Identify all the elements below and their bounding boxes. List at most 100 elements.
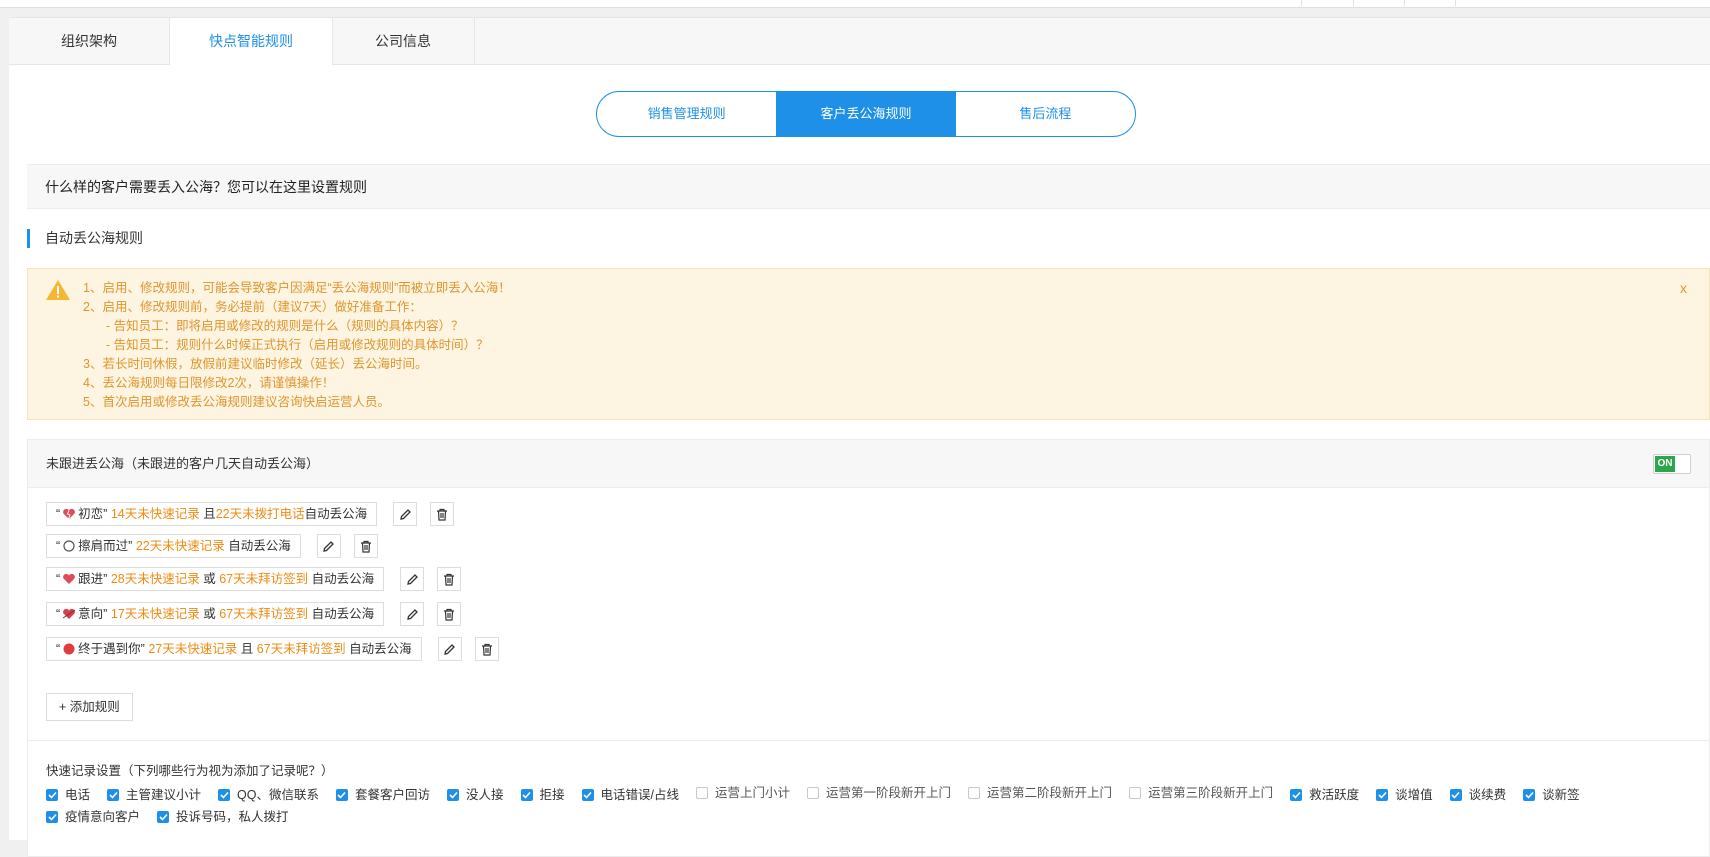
- rule-row: “ 意向” 17天未快速记录 或 67天未拜访签到 自动丢公海: [46, 602, 462, 626]
- warning-notice: 1、启用、修改规则，可能会导致客户因满足“丢公海规则”而被立即丢入公海！ 2、启…: [27, 268, 1710, 420]
- checkbox-checked-icon[interactable]: [218, 789, 231, 801]
- pencil-icon: [399, 508, 411, 520]
- warning-icon: [46, 280, 70, 300]
- warning-line: 4、丢公海规则每日限修改2次，请谨慎操作！: [83, 376, 335, 390]
- tab-smart-rules[interactable]: 快点智能规则: [169, 18, 333, 65]
- checkbox-label: 谈续费: [1468, 788, 1507, 802]
- edit-rule-button[interactable]: [437, 637, 462, 661]
- rule-condition: 27天未快速记录: [148, 642, 238, 656]
- record-settings-title: 快速记录设置（下列哪些行为视为添加了记录呢？）: [46, 764, 334, 778]
- record-type-checkbox[interactable]: 疫情意向客户: [46, 806, 140, 828]
- edit-rule-button[interactable]: [393, 502, 418, 526]
- rule-condition: 14天未快速记录: [110, 507, 200, 521]
- record-type-checkbox[interactable]: QQ、微信联系: [218, 784, 319, 806]
- tab-bar: 组织架构 快点智能规则 公司信息: [9, 17, 1710, 65]
- checkbox-checked-icon[interactable]: [107, 789, 120, 801]
- delete-rule-button[interactable]: [430, 502, 455, 526]
- pencil-icon: [444, 643, 456, 655]
- top-bar: [0, 0, 1710, 8]
- record-type-checkbox[interactable]: 运营第二阶段新开上门: [968, 782, 1112, 804]
- rule-row: “ 终于遇到你” 27天未快速记录 且 67天未拜访签到 自动丢公海: [46, 637, 499, 661]
- delete-rule-button[interactable]: [437, 567, 462, 591]
- record-type-checkbox[interactable]: 运营第三阶段新开上门: [1129, 782, 1273, 804]
- warning-close-button[interactable]: x: [1680, 280, 1687, 296]
- rule-text: “ 意向” 17天未快速记录 或 67天未拜访签到 自动丢公海: [46, 602, 385, 626]
- checkbox-label: 主管建议小计: [126, 788, 202, 802]
- checkbox-label: 电话: [65, 788, 91, 802]
- rule-enable-toggle[interactable]: ON: [1653, 454, 1691, 474]
- checkbox-checked-icon[interactable]: [46, 789, 58, 801]
- tab-org-structure[interactable]: 组织架构: [9, 18, 170, 64]
- top-bar-divider: [1455, 0, 1456, 6]
- checkbox-checked-icon[interactable]: [1523, 789, 1536, 801]
- delete-rule-button[interactable]: [353, 534, 378, 558]
- checkbox-checked-icon[interactable]: [1376, 789, 1389, 801]
- record-type-checkbox[interactable]: 投诉号码，私人拨打: [157, 806, 289, 828]
- rule-text: “ 初恋” 14天未快速记录 且 22天未拨打电话 自动丢公海: [46, 502, 378, 526]
- broken-heart-icon: [63, 508, 76, 520]
- record-type-checkbox[interactable]: 电话: [46, 784, 90, 806]
- record-type-checkbox[interactable]: 运营上门小计: [696, 782, 790, 804]
- record-type-checkbox[interactable]: 套餐客户回访: [335, 784, 430, 806]
- checkbox-label: 谈增值: [1395, 788, 1433, 802]
- record-type-checkbox[interactable]: 谈新签: [1523, 784, 1580, 806]
- pencil-icon: [406, 573, 418, 585]
- segment-sales-rules[interactable]: 销售管理规则: [597, 92, 776, 136]
- delete-rule-button[interactable]: [474, 637, 499, 661]
- rule-text: “ 擦肩而过” 22天未快速记录 自动丢公海: [46, 534, 301, 558]
- top-bar-divider: [1353, 0, 1354, 6]
- heart-icon: [63, 573, 76, 584]
- pencil-icon: [406, 608, 418, 620]
- checkbox-label: 谈新签: [1542, 788, 1580, 802]
- warning-line: 1、启用、修改规则，可能会导致客户因满足“丢公海规则”而被立即丢入公海！: [83, 281, 511, 295]
- rule-condition: 22天未快速记录: [135, 539, 225, 553]
- record-type-checkbox[interactable]: 运营第一阶段新开上门: [807, 782, 951, 804]
- pencil-icon: [323, 540, 335, 552]
- add-rule-button[interactable]: + 添加规则: [46, 693, 133, 721]
- checkbox-checked-icon[interactable]: [447, 789, 459, 801]
- record-type-checkbox[interactable]: 救活跃度: [1290, 784, 1359, 806]
- checkbox-label: QQ、微信联系: [237, 788, 319, 802]
- edit-rule-button[interactable]: [400, 567, 425, 591]
- trash-icon: [437, 508, 448, 521]
- checkbox-checked-icon[interactable]: [520, 789, 533, 801]
- edit-rule-button[interactable]: [316, 534, 341, 558]
- record-type-checkbox[interactable]: 没人接: [447, 784, 504, 806]
- record-type-checkbox[interactable]: 谈续费: [1449, 784, 1507, 806]
- warning-line: 2、启用、修改规则前，务必提前（建议7天）做好准备工作：: [83, 300, 422, 314]
- checkbox-unchecked-icon[interactable]: [968, 787, 981, 799]
- rule-row: “ 擦肩而过” 22天未快速记录 自动丢公海: [46, 534, 378, 558]
- checkbox-unchecked-icon[interactable]: [696, 787, 709, 799]
- record-type-checkbox[interactable]: 主管建议小计: [107, 784, 201, 806]
- segment-public-pool-rules[interactable]: 客户丢公海规则: [776, 92, 956, 136]
- record-type-checkbox[interactable]: 拒接: [520, 784, 565, 806]
- checkbox-unchecked-icon[interactable]: [807, 787, 820, 799]
- checkbox-checked-icon[interactable]: [581, 789, 594, 801]
- panel-header: 未跟进丢公海（未跟进的客户几天自动丢公海） ON: [28, 440, 1709, 488]
- checkbox-checked-icon[interactable]: [157, 811, 170, 823]
- record-type-checkbox[interactable]: 谈增值: [1376, 784, 1433, 806]
- rule-condition: 17天未快速记录: [110, 607, 200, 621]
- checkbox-label: 没人接: [466, 788, 504, 802]
- checkbox-checked-icon[interactable]: [335, 789, 348, 801]
- checkbox-checked-icon[interactable]: [1449, 789, 1462, 801]
- rule-condition: 67天未拜访签到: [256, 642, 346, 656]
- rule-condition: 22天未拨打电话: [215, 507, 305, 521]
- checkbox-unchecked-icon[interactable]: [1129, 787, 1142, 799]
- edit-rule-button[interactable]: [400, 602, 425, 626]
- warning-line: 5、首次启用或修改丢公海规则建议咨询快启运营人员。: [83, 395, 390, 409]
- segment-after-sales[interactable]: 售后流程: [956, 92, 1135, 136]
- checkbox-label: 运营第一阶段新开上门: [826, 786, 952, 800]
- unfollowed-rules-panel: 未跟进丢公海（未跟进的客户几天自动丢公海） ON “ 初恋” 14天未快速记录 …: [27, 439, 1710, 857]
- checkbox-label: 电话错误/占线: [600, 788, 680, 802]
- checkbox-checked-icon[interactable]: [1290, 789, 1303, 801]
- rule-condition: 67天未拜访签到: [219, 572, 309, 586]
- rule-row: “ 跟进” 28天未快速记录 或 67天未拜访签到 自动丢公海: [46, 567, 462, 591]
- checkbox-label: 运营上门小计: [715, 786, 791, 800]
- tab-company-info[interactable]: 公司信息: [332, 18, 475, 64]
- checkbox-checked-icon[interactable]: [46, 811, 58, 823]
- panel-title: 未跟进丢公海（未跟进的客户几天自动丢公海）: [46, 456, 320, 471]
- circle-icon: [63, 540, 75, 552]
- delete-rule-button[interactable]: [437, 602, 462, 626]
- record-type-checkbox[interactable]: 电话错误/占线: [581, 784, 680, 806]
